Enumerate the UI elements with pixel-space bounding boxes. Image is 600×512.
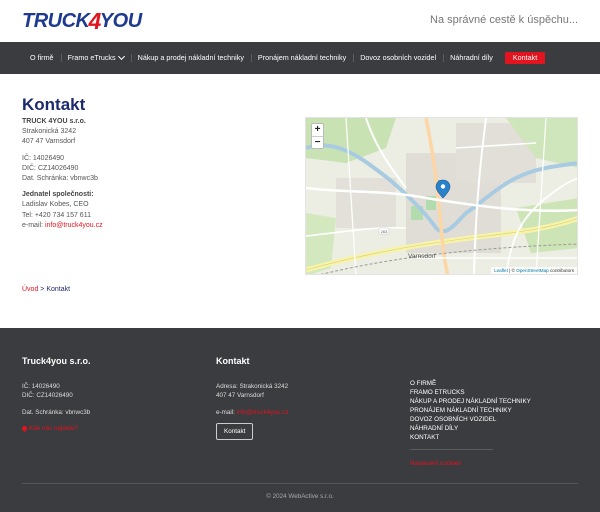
footer-link-o-firme[interactable]: O FIRMĚ [410, 379, 531, 388]
cookie-settings-link[interactable]: Nastavení cookies [410, 459, 531, 468]
phone: Tel: +420 734 157 611 [22, 211, 91, 219]
logo[interactable]: TRUCK 4 YOU [22, 8, 142, 34]
zoom-out-button[interactable]: − [312, 136, 323, 148]
footer-dic: DIČ: CZ14026490 [22, 392, 73, 399]
nav-item-framo-etrucks[interactable]: Framo eTrucks [60, 52, 131, 64]
representative-name: Ladislav Kobes, CEO [22, 201, 89, 209]
footer-contact-title: Kontakt [216, 356, 250, 366]
leaflet-link[interactable]: Leaflet [494, 268, 508, 273]
find-us-link[interactable]: Kde nás najdete? [20, 424, 91, 433]
footer-link-framo[interactable]: FRAMO ETRUCKS [410, 388, 531, 397]
map[interactable]: 263 Varnsdorf + − Leaflet | © OpenStreet… [305, 117, 578, 275]
footer-email-line: e-mail: info@truck4you.cz [216, 409, 289, 416]
representative-heading: Jednatel společnosti: [22, 191, 94, 199]
chevron-down-icon [117, 52, 125, 61]
map-city-label: Varnsdorf [408, 253, 436, 260]
dic: DIČ: CZ14026490 [22, 164, 79, 172]
nav-item-nahradni-dily[interactable]: Náhradní díly [443, 52, 500, 64]
nav-item-o-firme[interactable]: O firmě [22, 52, 61, 64]
street: Strakonická 3242 [22, 128, 77, 136]
footer-ic: IČ: 14026490 [22, 383, 60, 390]
nav-item-kontakt[interactable]: Kontakt [504, 52, 546, 64]
nav-item-nakup-prodej[interactable]: Nákup a prodej nákladní techniky [130, 52, 251, 64]
footer-links: O FIRMĚ FRAMO ETRUCKS NÁKUP A PRODEJ NÁK… [410, 379, 531, 468]
zoom-in-button[interactable]: + [312, 124, 323, 136]
breadcrumb-home[interactable]: Úvod [22, 286, 38, 293]
datbox: Dat. Schránka: vbnwc3b [22, 175, 98, 183]
breadcrumb-current: Kontakt [46, 286, 71, 293]
footer-link-dovoz[interactable]: DOVOZ OSOBNÍCH VOZIDEL [410, 415, 531, 424]
map-pin-icon [20, 424, 29, 433]
nav-item-dovoz[interactable]: Dovoz osobních vozidel [353, 52, 443, 64]
map-zoom-control: + − [311, 123, 324, 149]
ic: IČ: 14026490 [22, 154, 65, 162]
copyright: © 2024 WebActive s.r.o. [266, 493, 334, 500]
footer-datbox: Dat. Schránka: vbnwc3b [22, 409, 91, 416]
nav-item-pronajem[interactable]: Pronájem nákladní techniky [250, 52, 353, 64]
footer-contact: Kontakt Adresa: Strakonická 3242 407 47 … [216, 356, 289, 440]
svg-text:263: 263 [381, 229, 388, 234]
footer-link-dily[interactable]: NÁHRADNÍ DÍLY [410, 424, 531, 433]
footer-link-nakup[interactable]: NÁKUP A PRODEJ NÁKLADNÍ TECHNIKY [410, 397, 531, 406]
email-link[interactable]: info@truck4you.cz [45, 222, 103, 229]
footer-divider [22, 483, 578, 484]
footer-address: Adresa: Strakonická 3242 [216, 383, 289, 390]
company-name: TRUCK 4YOU s.r.o. [22, 118, 86, 125]
footer-link-kontakt[interactable]: KONTAKT [410, 433, 531, 442]
footer-link-pronajem[interactable]: PRONÁJEM NÁKLADNÍ TECHNIKY [410, 406, 531, 415]
osm-link[interactable]: OpenStreetMap [516, 268, 548, 273]
main-nav: O firmě Framo eTrucks Nákup a prodej nák… [0, 42, 600, 74]
footer-city: 407 47 Varnsdorf [216, 392, 264, 399]
map-attribution: Leaflet | © OpenStreetMap contributors [491, 267, 577, 274]
contact-info: TRUCK 4YOU s.r.o. Strakonická 3242 407 4… [22, 117, 262, 231]
tagline: Na správné cestě k úspěchu... [430, 14, 578, 26]
footer-company: Truck4you s.r.o. IČ: 14026490 DIČ: CZ140… [20, 356, 91, 433]
footer-company-title: Truck4you s.r.o. [22, 356, 91, 366]
footer-contact-button[interactable]: Kontakt [216, 423, 254, 440]
footer-email-link[interactable]: info@truck4you.cz [237, 409, 289, 416]
city: 407 47 Varnsdorf [22, 138, 76, 146]
site-header: TRUCK 4 YOU Na správné cestě k úspěchu... [0, 0, 600, 42]
site-footer: Truck4you s.r.o. IČ: 14026490 DIČ: CZ140… [0, 328, 600, 512]
breadcrumb: Úvod > Kontakt [22, 286, 71, 293]
page-title: Kontakt [22, 95, 86, 114]
email-line: e-mail: info@truck4you.cz [22, 221, 103, 229]
map-tiles: 263 Varnsdorf [306, 118, 577, 274]
